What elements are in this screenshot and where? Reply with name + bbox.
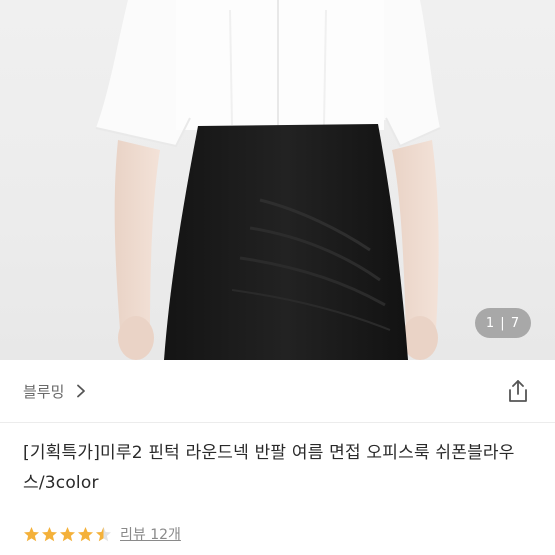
rating-row: 리뷰 12개 [23, 522, 181, 546]
image-counter: 1 | 7 [475, 308, 531, 338]
star-full-icon [60, 526, 75, 541]
divider [0, 422, 555, 423]
star-half-icon [96, 526, 111, 541]
product-title: [기획특가]미루2 핀턱 라운드넥 반팔 여름 면접 오피스룩 쉬폰블라우스/3… [23, 443, 515, 493]
star-full-icon [24, 526, 39, 541]
product-photo [95, 0, 441, 360]
share-button[interactable] [503, 376, 533, 406]
product-image-gallery[interactable]: 1 | 7 [0, 0, 555, 360]
rating-stars [23, 526, 112, 543]
share-icon [509, 380, 527, 402]
star-full-icon [78, 526, 93, 541]
store-name: 블루밍 [23, 382, 65, 401]
product-detail-screen: 1 | 7 블루밍 [기획특가]미루2 핀턱 라운드넥 반팔 여름 면접 오피스… [0, 0, 555, 555]
store-link[interactable]: 블루밍 [23, 381, 86, 402]
chevron-right-icon [77, 384, 86, 398]
star-full-icon [42, 526, 57, 541]
store-row: 블루밍 [0, 360, 555, 422]
review-count-link[interactable]: 리뷰 12개 [120, 524, 181, 544]
